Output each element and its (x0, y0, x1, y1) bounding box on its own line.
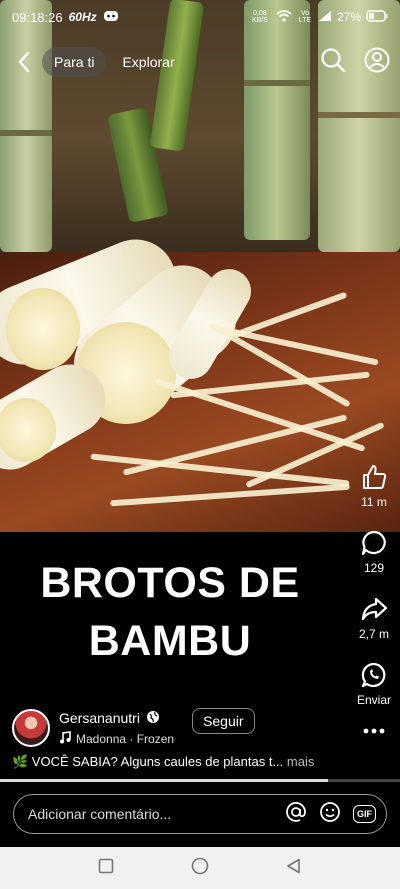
whatsapp-label: Enviar (356, 693, 391, 707)
more-horizontal-icon (363, 728, 385, 734)
carrier: Vo LTE (298, 10, 312, 24)
post-description[interactable]: 🌿 VOCÊ SABIA? Alguns caules de plantas t… (12, 754, 342, 770)
whatsapp-button[interactable]: Enviar (357, 661, 391, 707)
action-rail: 11 m 129 2,7 m Enviar (348, 463, 400, 755)
thumbs-up-icon (363, 465, 387, 489)
status-time: 09:18:26 (12, 9, 63, 25)
comment-placeholder: Adicionar comentário... (28, 806, 172, 822)
recent-apps-icon[interactable] (98, 858, 114, 879)
share-icon (361, 597, 388, 621)
music-note-icon (59, 730, 71, 747)
video-progress-fill (0, 779, 328, 782)
search-icon[interactable] (320, 47, 346, 78)
comment-icon (361, 530, 386, 556)
emoji-icon[interactable] (319, 801, 341, 828)
share-count: 2,7 m (358, 627, 389, 641)
net-speed: 0,08 KB/S (251, 10, 268, 24)
home-icon[interactable] (191, 857, 209, 880)
video-caption: BROTOS DE BAMBU (0, 532, 340, 692)
chevron-left-icon (18, 51, 30, 73)
signal-icon (318, 10, 332, 25)
comment-button[interactable]: 129 (360, 529, 388, 575)
follow-button[interactable]: Seguir (192, 708, 255, 734)
description-text: 🌿 VOCÊ SABIA? Alguns caules de plantas t… (12, 754, 284, 769)
share-button[interactable]: 2,7 m (359, 595, 389, 641)
gif-button[interactable]: GIF (353, 805, 376, 823)
author-row: Gersananutri Madonna · Frozen Seguir (12, 706, 342, 750)
tab-para-ti[interactable]: Para ti (42, 47, 107, 77)
music-track[interactable]: Madonna · Frozen (76, 732, 174, 746)
bamboo-photo (0, 0, 400, 252)
refresh-rate: 60Hz (68, 10, 97, 24)
globe-icon (146, 710, 160, 727)
like-button[interactable]: 11 m (360, 463, 388, 509)
top-nav: Para ti Explorar (0, 40, 400, 84)
back-button[interactable] (10, 45, 38, 79)
profile-icon[interactable] (364, 47, 390, 78)
tab-explorar[interactable]: Explorar (110, 47, 186, 77)
battery-icon (366, 9, 388, 25)
more-link[interactable]: mais (287, 754, 314, 769)
avatar[interactable] (12, 709, 50, 747)
status-bar: 09:18:26 60Hz 0,08 KB/S Vo LTE 27% (0, 0, 400, 34)
battery-percent: 27% (336, 10, 361, 24)
comment-count: 129 (363, 561, 385, 575)
caption-line-1: BROTOS DE (40, 559, 300, 607)
author-name[interactable]: Gersananutri (59, 710, 140, 726)
mention-icon[interactable] (285, 801, 307, 828)
like-count: 11 m (361, 495, 387, 509)
wifi-icon (276, 9, 292, 25)
bamboo-shoots-photo (0, 227, 400, 532)
caption-line-2: BAMBU (88, 617, 252, 665)
video-progress-bar[interactable] (0, 779, 400, 782)
discord-icon (103, 10, 119, 25)
system-navigation-bar (0, 847, 400, 889)
comment-input[interactable]: Adicionar comentário... GIF (13, 794, 387, 834)
back-icon[interactable] (286, 858, 302, 879)
whatsapp-icon (361, 662, 386, 688)
more-options-button[interactable] (362, 727, 386, 735)
